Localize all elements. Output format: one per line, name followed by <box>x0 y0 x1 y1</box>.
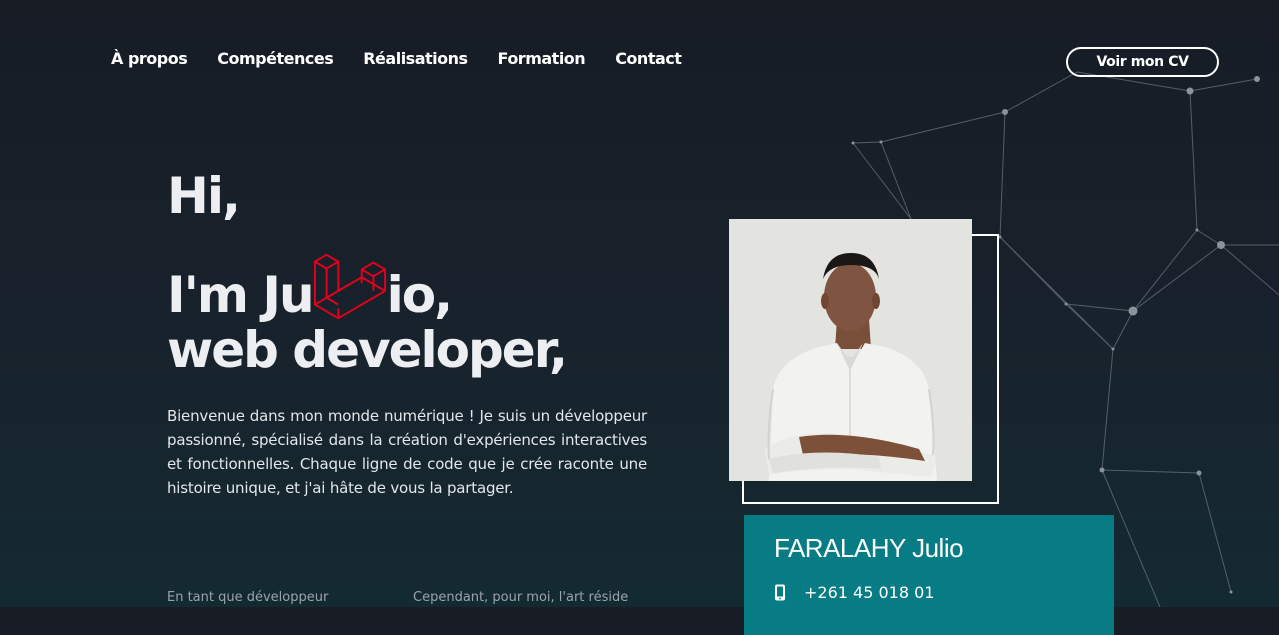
profile-photo <box>729 219 972 481</box>
nav-item-contact[interactable]: Contact <box>615 49 682 68</box>
about-column-right: Cependant, pour moi, l'art réside <box>413 590 629 605</box>
hero-name-end: io, <box>386 266 453 324</box>
profile-name: FARALAHY Julio <box>774 533 964 563</box>
laravel-icon <box>311 248 389 326</box>
hero-name-start: I'm Ju <box>167 266 315 324</box>
nav-item-a-propos[interactable]: À propos <box>111 49 188 68</box>
intro-paragraph: Bienvenue dans mon monde numérique ! Je … <box>167 407 647 497</box>
nav-item-formation[interactable]: Formation <box>498 49 586 68</box>
hero-line-greeting: Hi, <box>167 167 241 225</box>
phone-icon <box>774 584 786 601</box>
hero-line-role: web developer, <box>167 321 568 379</box>
view-cv-button[interactable]: Voir mon CV <box>1066 47 1219 77</box>
profile-phone: +261 45 018 01 <box>804 583 935 602</box>
main-nav: À propos Compétences Réalisations Format… <box>111 49 682 68</box>
nav-item-realisations[interactable]: Réalisations <box>363 49 468 68</box>
nav-item-competences[interactable]: Compétences <box>217 49 333 68</box>
profile-card: FARALAHY Julio +261 45 018 01 <box>744 515 1114 635</box>
about-column-left: En tant que développeur <box>167 590 329 605</box>
profile-phone-row: +261 45 018 01 <box>774 583 934 602</box>
